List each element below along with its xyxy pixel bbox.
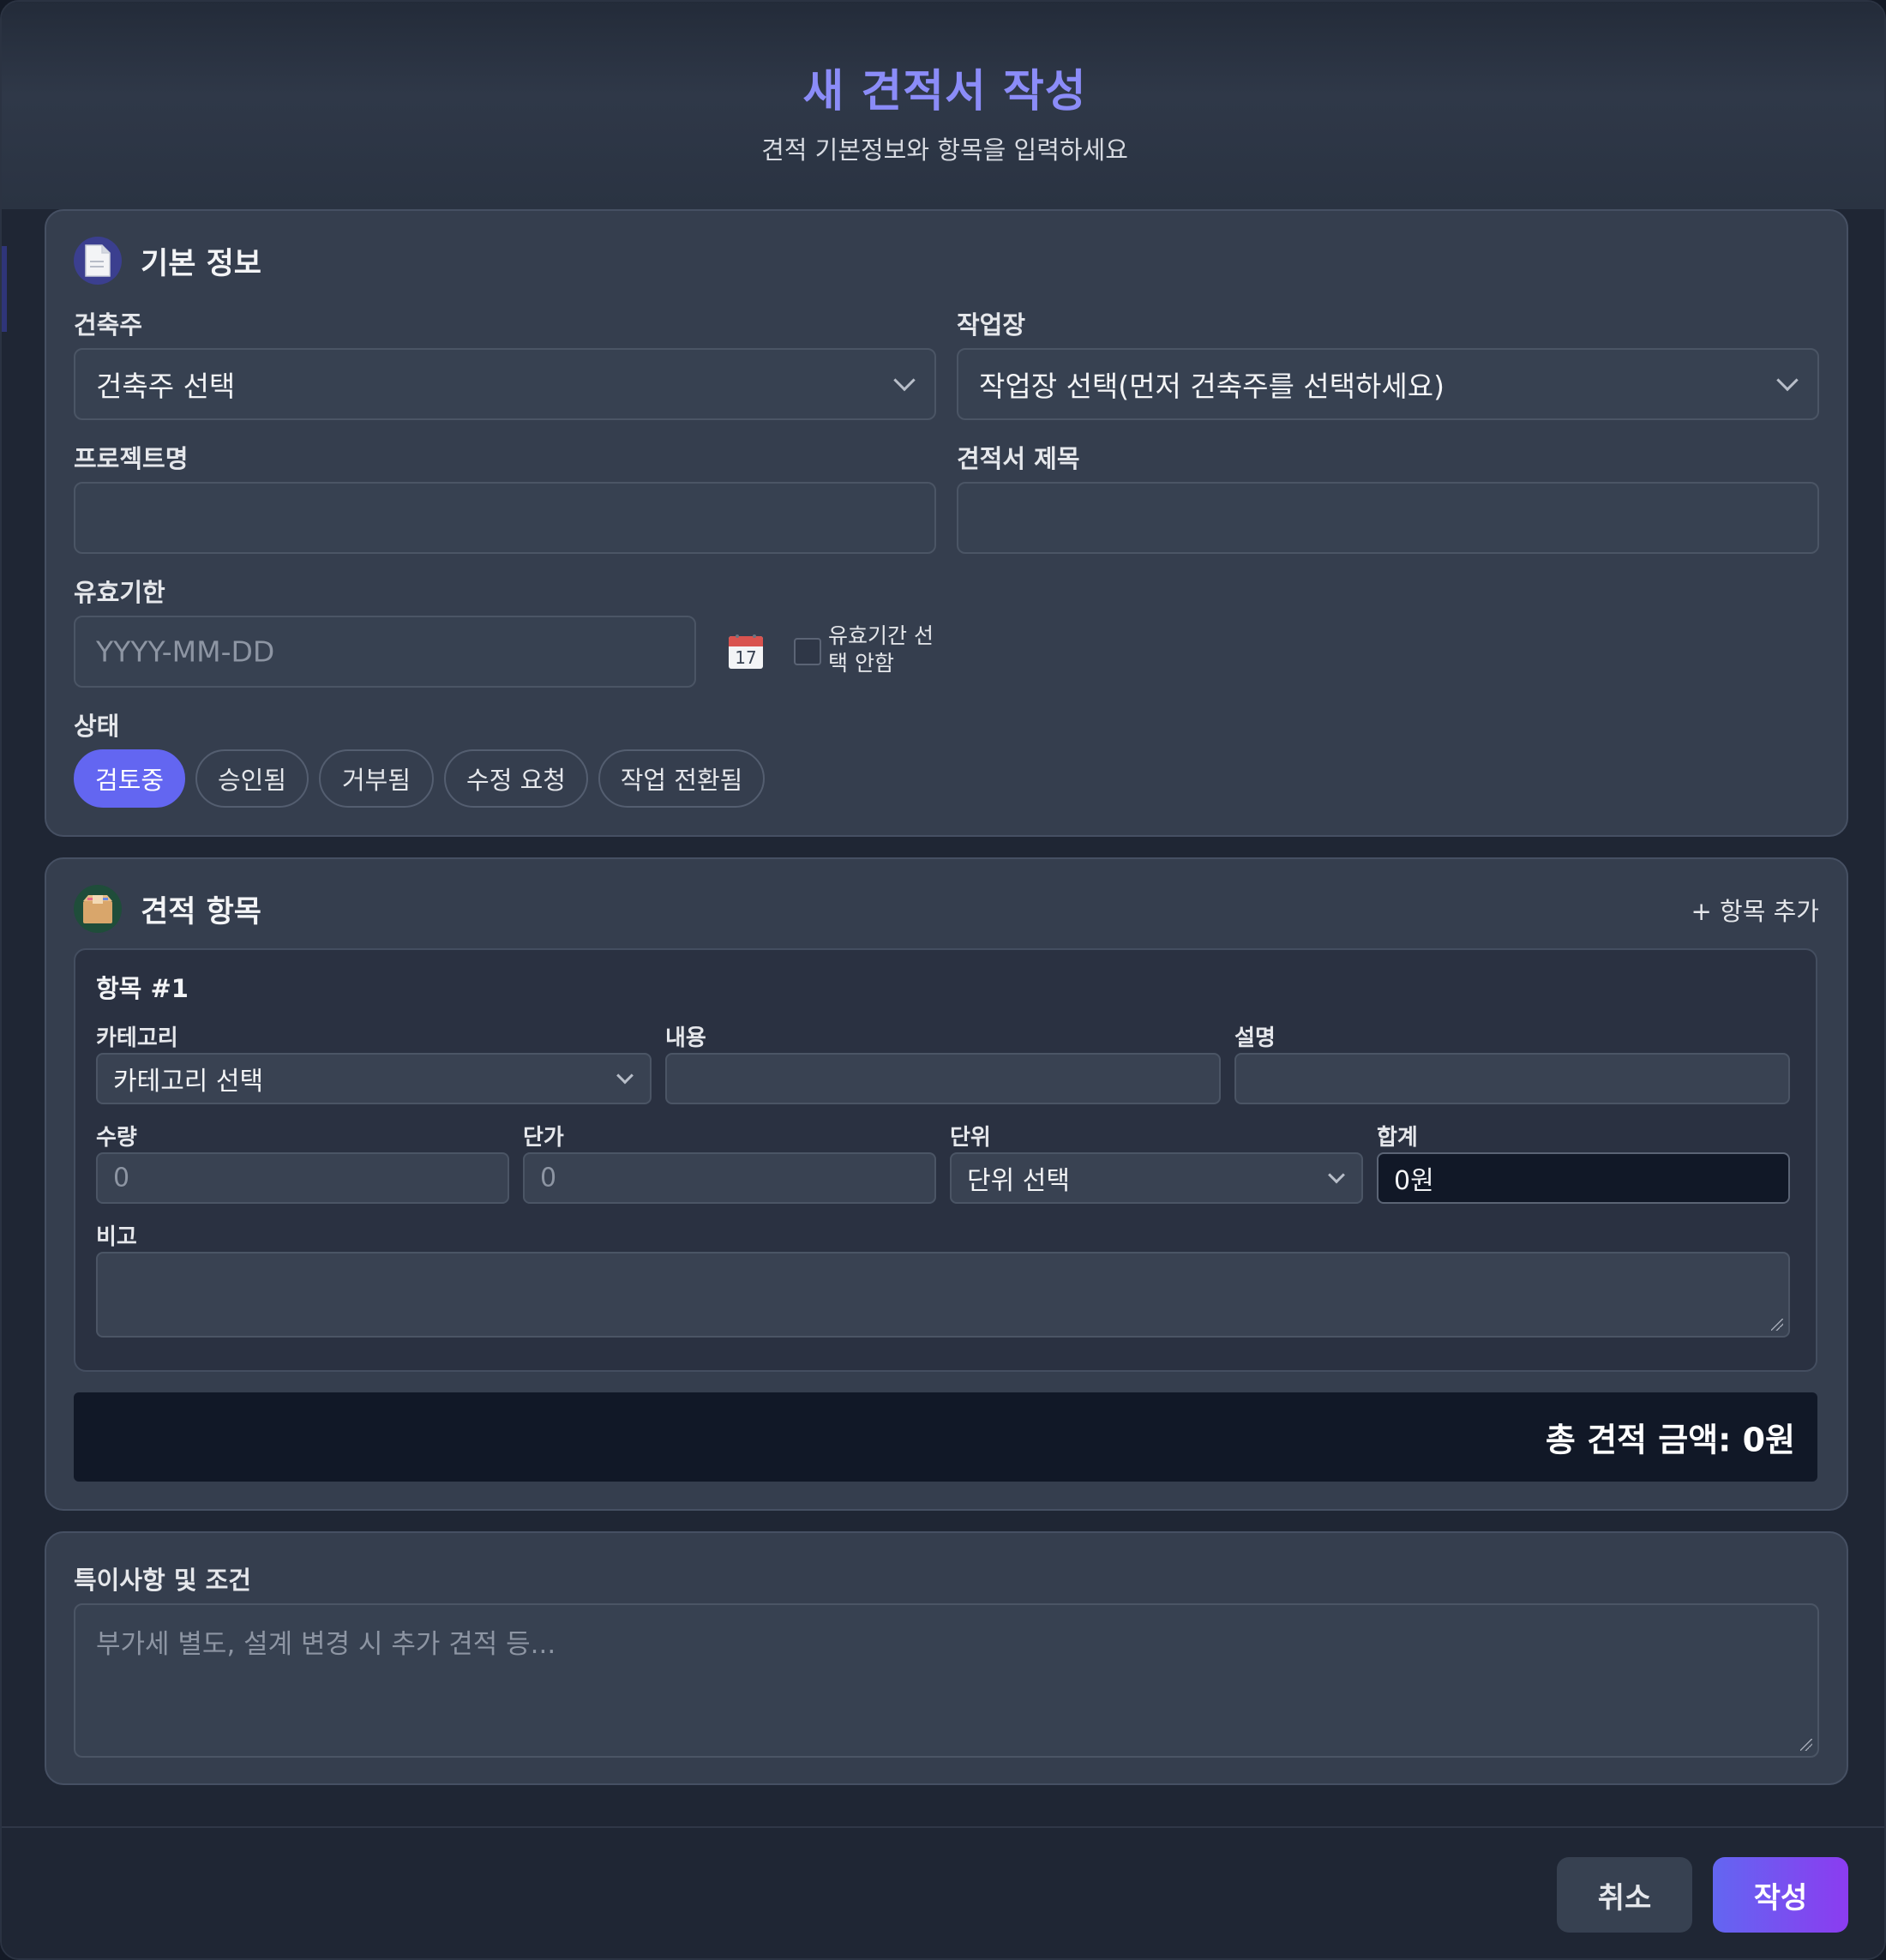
no-validity-label-line1: 유효기간 선: [828, 623, 934, 648]
site-select-value: 작업장 선택(먼저 건축주를 선택하세요): [979, 370, 1445, 403]
chevron-down-icon: [616, 1067, 634, 1085]
chevron-down-icon: [893, 369, 916, 392]
category-select-value: 카테고리 선택: [113, 1067, 264, 1097]
valid-until-input[interactable]: YYYY-MM-DD: [74, 616, 696, 688]
quote-items-card: 견적 항목 + 항목 추가 항목 #1 카테고리 카테고리 선택 내용 설명 수…: [45, 857, 1848, 1511]
notes-card: 특이사항 및 조건 부가세 별도, 설계 변경 시 추가 견적 등...: [45, 1531, 1848, 1785]
description-label: 설명: [1234, 1025, 1276, 1051]
quantity-label: 수량: [96, 1125, 137, 1151]
status-pill-revision-requested[interactable]: 수정 요청: [444, 749, 588, 808]
no-validity-checkbox[interactable]: [794, 638, 821, 665]
basic-info-card: 기본 정보 건축주 건축주 선택 작업장 작업장 선택(먼저 건축주를 선택하세…: [45, 209, 1848, 837]
status-pill-rejected[interactable]: 거부됨: [319, 749, 434, 808]
left-accent-decoration: [2, 246, 7, 332]
modal-title: 새 견적서 작성: [802, 66, 1087, 117]
add-item-button[interactable]: + 항목 추가: [1691, 892, 1819, 928]
category-select[interactable]: 카테고리 선택: [96, 1053, 652, 1104]
notes-label: 특이사항 및 조건: [74, 1566, 251, 1595]
unit-price-label: 단가: [523, 1125, 564, 1151]
project-name-label: 프로젝트명: [74, 444, 189, 473]
unit-price-input[interactable]: 0: [523, 1152, 936, 1204]
quantity-placeholder: 0: [113, 1163, 130, 1193]
resize-grip-icon[interactable]: [1771, 1319, 1783, 1331]
total-label: 합계: [1377, 1125, 1418, 1151]
quote-items-title: 견적 항목: [141, 894, 261, 929]
status-label: 상태: [74, 712, 120, 741]
chevron-down-icon: [1328, 1166, 1345, 1184]
site-select[interactable]: 작업장 선택(먼저 건축주를 선택하세요): [957, 348, 1819, 420]
content-label: 내용: [665, 1025, 706, 1051]
calendar-icon[interactable]: 17: [727, 633, 765, 670]
modal-footer: 취소 작성: [2, 1826, 1884, 1958]
no-validity-label-line2: 택 안함: [828, 651, 894, 676]
resize-grip-icon[interactable]: [1800, 1739, 1812, 1751]
quote-title-label: 견적서 제목: [957, 444, 1080, 473]
quote-modal: 새 견적서 작성 견적 기본정보와 항목을 입력하세요 기본 정보 건축주 건축…: [0, 0, 1886, 1960]
unit-select[interactable]: 단위 선택: [950, 1152, 1363, 1204]
category-label: 카테고리: [96, 1025, 178, 1051]
chevron-down-icon: [1776, 369, 1799, 392]
grand-total-text: 총 견적 금액: 0원: [1545, 1421, 1795, 1459]
unit-price-placeholder: 0: [540, 1163, 557, 1193]
client-label: 건축주: [74, 310, 143, 340]
no-validity-label[interactable]: 유효기간 선 택 안함: [828, 622, 934, 677]
project-name-input[interactable]: [74, 482, 936, 554]
total-value: 0원: [1394, 1166, 1434, 1196]
package-icon: [74, 885, 122, 933]
modal-header: 새 견적서 작성 견적 기본정보와 항목을 입력하세요: [2, 2, 1884, 209]
site-label: 작업장: [957, 310, 1026, 340]
quote-items-header: 견적 항목: [74, 885, 261, 933]
description-input[interactable]: [1234, 1053, 1790, 1104]
quote-item-1: 항목 #1 카테고리 카테고리 선택 내용 설명 수량 0 단가 0 단위 단위…: [74, 948, 1817, 1372]
valid-until-placeholder: YYYY-MM-DD: [96, 634, 275, 669]
client-select-value: 건축주 선택: [96, 370, 236, 403]
notes-textarea[interactable]: 부가세 별도, 설계 변경 시 추가 견적 등...: [74, 1603, 1819, 1758]
content-input[interactable]: [665, 1053, 1221, 1104]
basic-info-title: 기본 정보: [141, 246, 261, 281]
status-pill-converted-to-job[interactable]: 작업 전환됨: [598, 749, 765, 808]
grand-total-bar: 총 견적 금액: 0원: [74, 1392, 1817, 1482]
valid-until-label: 유효기한: [74, 578, 165, 607]
basic-info-header: 기본 정보: [74, 237, 261, 285]
quote-title-input[interactable]: [957, 482, 1819, 554]
modal-subtitle: 견적 기본정보와 항목을 입력하세요: [761, 135, 1128, 165]
document-icon: [74, 237, 122, 285]
remarks-textarea[interactable]: [96, 1252, 1790, 1338]
unit-label: 단위: [950, 1125, 991, 1151]
submit-button[interactable]: 작성: [1713, 1857, 1848, 1933]
calendar-day: 17: [735, 647, 757, 668]
status-pill-approved[interactable]: 승인됨: [195, 749, 309, 808]
client-select[interactable]: 건축주 선택: [74, 348, 936, 420]
remarks-label: 비고: [96, 1224, 137, 1250]
quantity-input[interactable]: 0: [96, 1152, 509, 1204]
cancel-button[interactable]: 취소: [1557, 1857, 1692, 1933]
quote-item-title: 항목 #1: [96, 974, 189, 1003]
unit-select-value: 단위 선택: [967, 1166, 1070, 1196]
status-pill-reviewing[interactable]: 검토중: [74, 749, 185, 808]
total-field: 0원: [1377, 1152, 1790, 1204]
notes-placeholder: 부가세 별도, 설계 변경 시 추가 견적 등...: [96, 1629, 556, 1660]
